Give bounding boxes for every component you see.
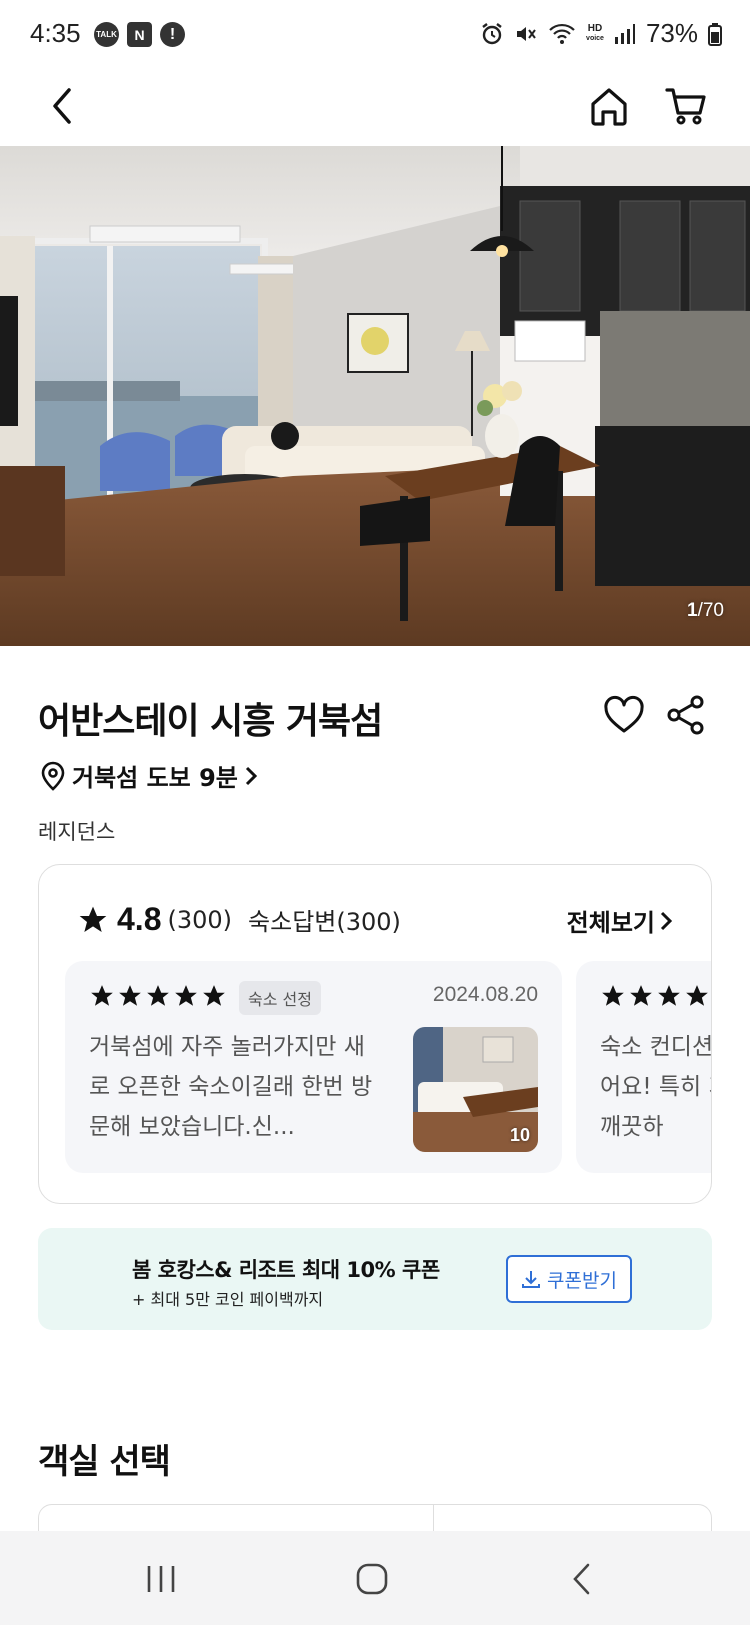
star-icon xyxy=(147,985,169,1006)
back-arrow-icon xyxy=(573,1563,590,1595)
room-photo xyxy=(0,146,750,646)
hd-voice-icon: HD voice xyxy=(586,22,604,42)
star-icon xyxy=(119,985,141,1006)
review-badge: 숙소 선정 xyxy=(239,981,321,1015)
property-title: 어반스테이 시흥 거북섬 xyxy=(38,701,383,742)
hero-photo[interactable]: 1/70 xyxy=(0,146,750,646)
download-icon xyxy=(522,1271,541,1288)
star-icon xyxy=(91,985,113,1006)
star-icon xyxy=(686,985,708,1006)
star-icon xyxy=(630,985,652,1006)
star-icon xyxy=(203,985,225,1006)
get-coupon-button[interactable]: 쿠폰받기 xyxy=(506,1255,632,1303)
star-icon xyxy=(658,985,680,1006)
battery-icon xyxy=(708,22,722,46)
home-icon xyxy=(591,88,627,126)
location-pin-icon xyxy=(41,761,65,791)
alarm-icon xyxy=(482,22,502,44)
see-all-reviews-link[interactable]: 전체보기 xyxy=(567,903,673,938)
chevron-left-icon xyxy=(53,88,71,124)
review-item[interactable]: 숙소 컨디션 좋았어요! 특히 가구류 깨끗하 xyxy=(576,961,712,1173)
recent-apps-button[interactable] xyxy=(131,1549,191,1609)
review-date: 2024.08.20 xyxy=(432,983,538,1006)
chevron-right-icon xyxy=(660,911,673,930)
top-navigation xyxy=(0,70,750,146)
naver-icon: N xyxy=(127,22,152,47)
rating-value: 4.8 xyxy=(117,901,162,937)
notification-icons: TALK N ! xyxy=(94,22,185,47)
room-section-title: 객실 선택 xyxy=(38,1442,171,1482)
star-icon xyxy=(602,985,624,1006)
coupon-subtitle: + 최대 5만 코인 페이백까지 xyxy=(132,1290,324,1309)
coupon-banner: 봄 호캉스& 리조트 최대 10% 쿠폰 + 최대 5만 코인 페이백까지 쿠폰… xyxy=(38,1228,712,1330)
system-icons: HD voice 73% xyxy=(480,18,722,49)
star-icon xyxy=(79,906,107,932)
wifi-icon xyxy=(549,23,575,44)
see-all-label: 전체보기 xyxy=(566,909,655,937)
cart-icon xyxy=(665,88,706,125)
review-stars xyxy=(600,983,710,1009)
location-text: 거북섬 도보 9분 xyxy=(72,764,238,792)
host-reply-count: 숙소답변(300) xyxy=(248,908,401,936)
back-system-button[interactable] xyxy=(552,1549,612,1609)
battery-percent: 73% xyxy=(645,18,698,48)
review-item[interactable]: 숙소 선정 2024.08.20 거북섬에 자주 놀러가지만 새로 오픈한 숙소… xyxy=(65,961,562,1173)
coupon-title: 봄 호캉스& 리조트 최대 10% 쿠폰 xyxy=(132,1258,440,1282)
home-system-button[interactable] xyxy=(342,1549,402,1609)
status-time: 4:35 xyxy=(30,18,81,48)
location-link[interactable]: 거북섬 도보 9분 xyxy=(40,758,258,793)
review-text: 숙소 컨디션 좋았어요! 특히 가구류 깨끗하 xyxy=(600,1034,712,1140)
home-button[interactable] xyxy=(581,78,637,134)
get-coupon-label: 쿠폰받기 xyxy=(547,1269,617,1292)
review-text: 거북섬에 자주 놀러가지만 새로 오픈한 숙소이길래 한번 방문해 보았습니다.… xyxy=(89,1034,373,1140)
share-icon xyxy=(667,695,704,735)
alert-icon: ! xyxy=(160,22,185,47)
chevron-right-icon xyxy=(245,766,258,785)
rating-summary: 4.8 (300) 숙소답변(300) xyxy=(77,901,401,938)
photo-counter: 1/70 xyxy=(687,600,724,621)
back-button[interactable] xyxy=(34,78,90,134)
photo-count: 10 xyxy=(509,1125,530,1145)
review-photo-thumbnail[interactable]: 10 xyxy=(413,1027,538,1152)
system-navigation-bar xyxy=(0,1531,750,1625)
mute-icon xyxy=(517,26,536,41)
home-circle-icon xyxy=(356,1563,388,1595)
recent-apps-icon xyxy=(147,1566,175,1592)
wishlist-button[interactable] xyxy=(602,693,646,737)
review-stars xyxy=(89,983,227,1009)
kakaotalk-icon: TALK xyxy=(94,22,119,47)
review-count: (300) xyxy=(167,905,233,934)
status-bar: 4:35 TALK N ! HD voice 73% xyxy=(0,0,750,70)
property-category: 레지던스 xyxy=(38,820,116,844)
share-button[interactable] xyxy=(664,693,708,737)
heart-icon xyxy=(604,695,644,733)
review-summary-card: 4.8 (300) 숙소답변(300) 전체보기 숙소 선정 2024.08.2… xyxy=(38,864,712,1204)
signal-icon xyxy=(614,23,635,44)
cart-button[interactable] xyxy=(658,78,714,134)
star-icon xyxy=(175,985,197,1006)
